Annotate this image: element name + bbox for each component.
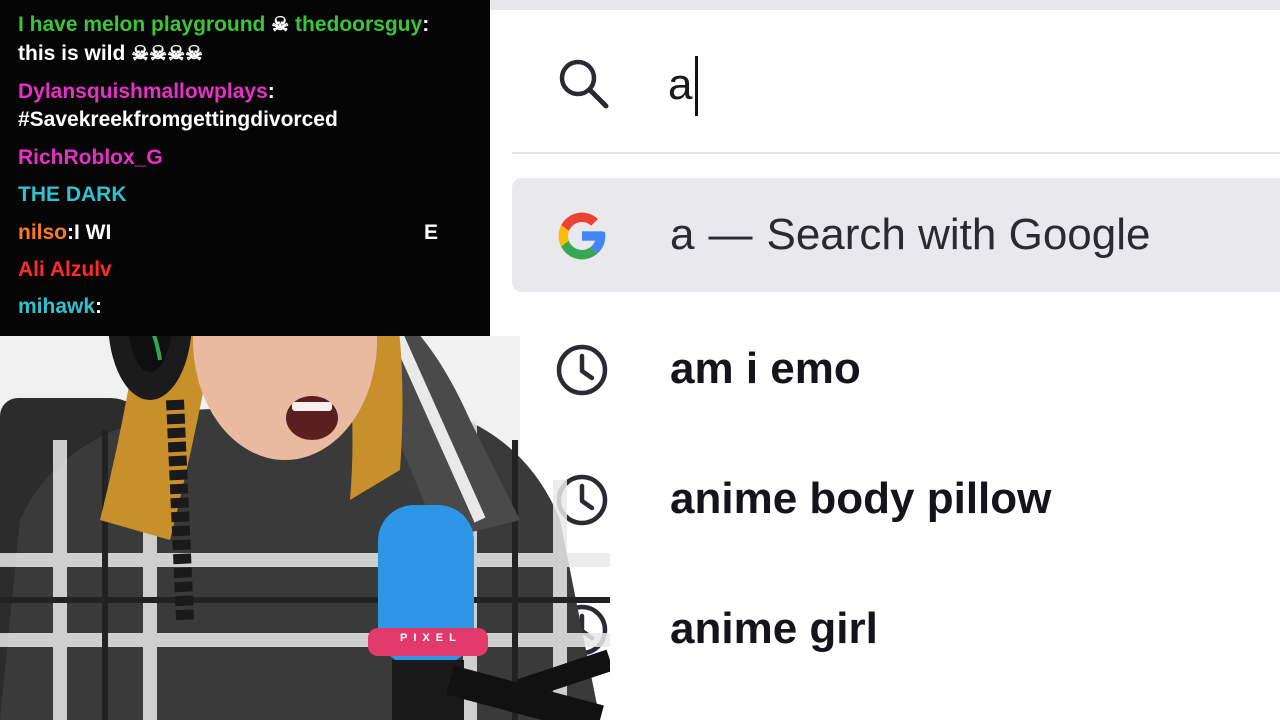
suggestion-engine-label: Search with Google xyxy=(766,210,1151,259)
chat-username: nilso xyxy=(18,221,68,244)
chat-message-text: #Savekreekfromgettingdivorced xyxy=(18,108,338,132)
chat-username: I have melon playground xyxy=(18,13,266,36)
search-input[interactable] xyxy=(668,50,1228,120)
chat-message: mihawk: xyxy=(18,295,103,318)
chat-message: RichRoblox_G xyxy=(18,146,163,170)
chat-text-fragment: E xyxy=(424,221,439,244)
chat-text: this is wild xyxy=(18,42,126,65)
chat-message-text: this is wild ☠☠☠☠ xyxy=(18,41,203,66)
chat-username: Ali Alzulv xyxy=(18,258,112,281)
chat-username: thedoorsguy xyxy=(295,13,423,36)
chat-text: #Savekreekfromgettingdivorced xyxy=(18,108,338,131)
suggestion-query: a xyxy=(670,210,695,259)
suggestion-text: anime girl xyxy=(670,604,878,653)
suggestion-history-item[interactable]: anime girl xyxy=(512,572,1280,686)
suggestion-separator: — xyxy=(708,210,753,259)
chat-text: THE DARK xyxy=(18,183,127,206)
chat-username: Dylansquishmallowplays xyxy=(18,80,268,103)
chat-message: THE DARK xyxy=(18,183,127,207)
chat-message: Dylansquishmallowplays: xyxy=(18,80,275,103)
suggestion-history-item[interactable]: am i emo xyxy=(512,312,1280,426)
skull-emoji-icon: ☠ xyxy=(271,14,290,36)
divider xyxy=(512,152,1280,154)
suggestion-search-with-google[interactable]: a — Search with Google xyxy=(512,178,1280,292)
suggestion-label: a — Search with Google xyxy=(670,178,1150,292)
chat-text: I WI xyxy=(74,221,112,244)
text-caret xyxy=(695,56,698,116)
skull-emoji-icon: ☠☠☠☠ xyxy=(131,43,203,65)
chat-message: nilso:I WI E xyxy=(18,221,439,244)
chat-message: I have melon playground ☠ thedoorsguy: xyxy=(18,13,430,36)
chat-username: mihawk xyxy=(18,295,96,318)
suggestion-history-item[interactable]: anime body pillow xyxy=(512,442,1280,556)
mic-bracelet-beads: PIXEL xyxy=(400,632,462,644)
suggestion-text: anime body pillow xyxy=(670,474,1052,523)
chat-message: Ali Alzulv xyxy=(18,258,112,282)
stream-chat: I have melon playground ☠ thedoorsguy: t… xyxy=(0,0,490,336)
chat-username: RichRoblox_G xyxy=(18,146,163,169)
suggestion-text: am i emo xyxy=(670,344,861,393)
